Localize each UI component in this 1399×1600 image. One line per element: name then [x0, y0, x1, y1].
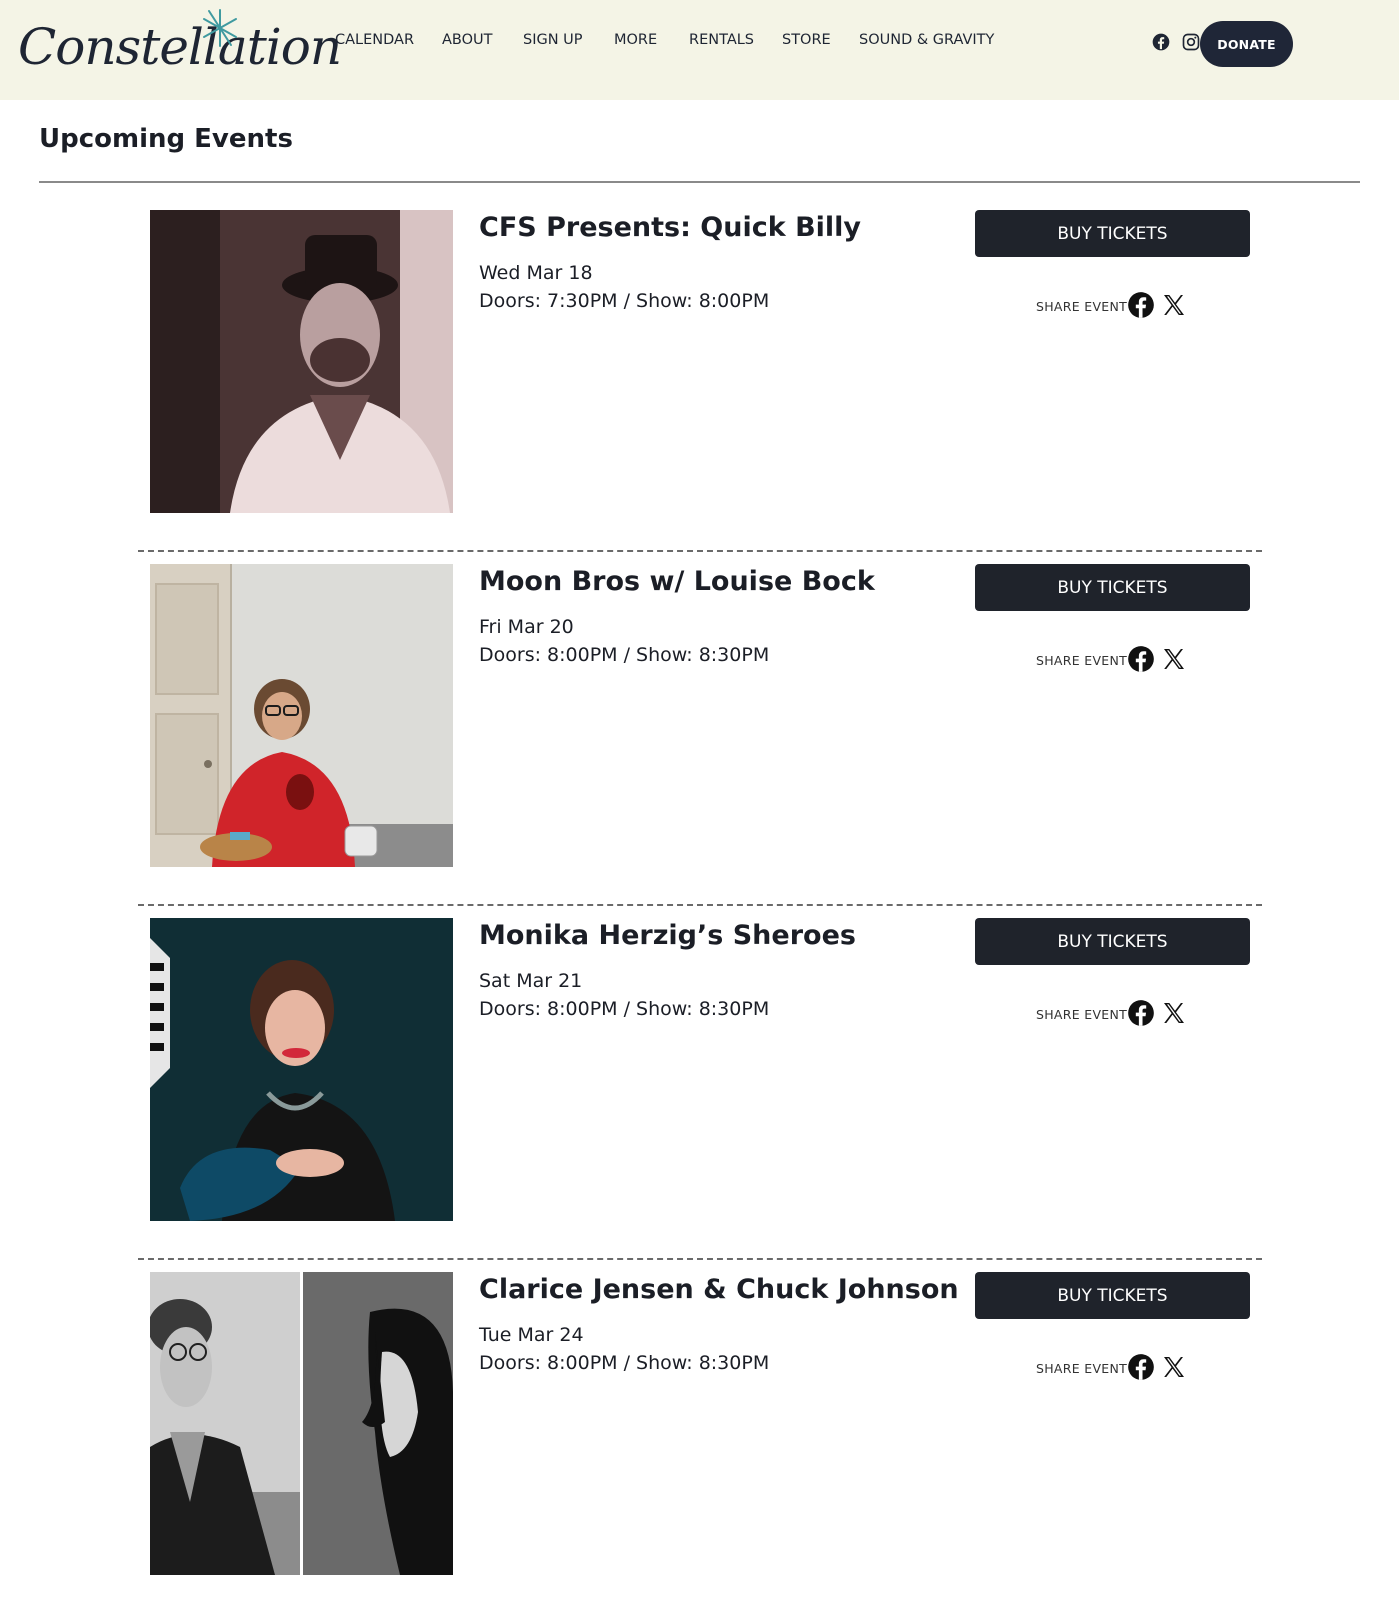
event-times: Doors: 7:30PM / Show: 8:00PM	[479, 290, 770, 312]
share-event-label: SHARE EVENT	[1036, 1007, 1128, 1022]
buy-tickets-button[interactable]: BUY TICKETS	[975, 1272, 1250, 1319]
nav-rentals[interactable]: RENTALS	[689, 32, 754, 48]
event-times: Doors: 8:00PM / Show: 8:30PM	[479, 998, 770, 1020]
nav-sound-gravity[interactable]: SOUND & GRAVITY	[859, 32, 994, 48]
event-image[interactable]	[150, 1272, 453, 1575]
event-title[interactable]: Clarice Jensen & Chuck Johnson	[479, 1274, 959, 1305]
event-date: Sat Mar 21	[479, 970, 583, 992]
event-times: Doors: 8:00PM / Show: 8:30PM	[479, 1352, 770, 1374]
title-divider	[39, 181, 1360, 183]
instagram-icon[interactable]	[1181, 32, 1201, 52]
facebook-share-icon[interactable]	[1127, 645, 1155, 673]
buy-tickets-button[interactable]: BUY TICKETS	[975, 210, 1250, 257]
x-share-icon[interactable]	[1162, 1001, 1186, 1025]
share-event-label: SHARE EVENT	[1036, 1361, 1128, 1376]
buy-tickets-button[interactable]: BUY TICKETS	[975, 918, 1250, 965]
nav-more[interactable]: MORE	[614, 32, 657, 48]
event-card: Clarice Jensen & Chuck Johnson Tue Mar 2…	[138, 1260, 1262, 1600]
event-date: Wed Mar 18	[479, 262, 593, 284]
nav-about[interactable]: ABOUT	[442, 32, 493, 48]
event-image[interactable]	[150, 564, 453, 867]
event-card: Moon Bros w/ Louise Bock Fri Mar 20 Door…	[138, 552, 1262, 906]
x-share-icon[interactable]	[1162, 293, 1186, 317]
event-title[interactable]: Monika Herzig’s Sheroes	[479, 920, 856, 951]
facebook-share-icon[interactable]	[1127, 291, 1155, 319]
event-card: CFS Presents: Quick Billy Wed Mar 18 Doo…	[138, 198, 1262, 552]
nav-store[interactable]: STORE	[782, 32, 831, 48]
site-logo[interactable]: Constellation	[14, 6, 342, 94]
facebook-icon[interactable]	[1151, 32, 1171, 52]
donate-button[interactable]: DONATE	[1200, 21, 1293, 67]
event-card: Monika Herzig’s Sheroes Sat Mar 21 Doors…	[138, 906, 1262, 1260]
buy-tickets-button[interactable]: BUY TICKETS	[975, 564, 1250, 611]
nav-calendar[interactable]: CALENDAR	[335, 32, 414, 48]
event-image[interactable]	[150, 210, 453, 513]
page-title: Upcoming Events	[39, 124, 293, 154]
event-image[interactable]	[150, 918, 453, 1221]
x-share-icon[interactable]	[1162, 1355, 1186, 1379]
facebook-share-icon[interactable]	[1127, 999, 1155, 1027]
facebook-share-icon[interactable]	[1127, 1353, 1155, 1381]
nav-sign-up[interactable]: SIGN UP	[523, 32, 583, 48]
event-title[interactable]: Moon Bros w/ Louise Bock	[479, 566, 875, 597]
logo-wordmark: Constellation	[18, 18, 342, 76]
event-date: Fri Mar 20	[479, 616, 574, 638]
star-icon	[203, 9, 237, 47]
x-share-icon[interactable]	[1162, 647, 1186, 671]
event-title[interactable]: CFS Presents: Quick Billy	[479, 212, 861, 243]
site-header: Constellation CALENDAR ABOUT SIGN UP MOR…	[0, 0, 1399, 100]
event-times: Doors: 8:00PM / Show: 8:30PM	[479, 644, 770, 666]
share-event-label: SHARE EVENT	[1036, 653, 1128, 668]
event-date: Tue Mar 24	[479, 1324, 584, 1346]
share-event-label: SHARE EVENT	[1036, 299, 1128, 314]
